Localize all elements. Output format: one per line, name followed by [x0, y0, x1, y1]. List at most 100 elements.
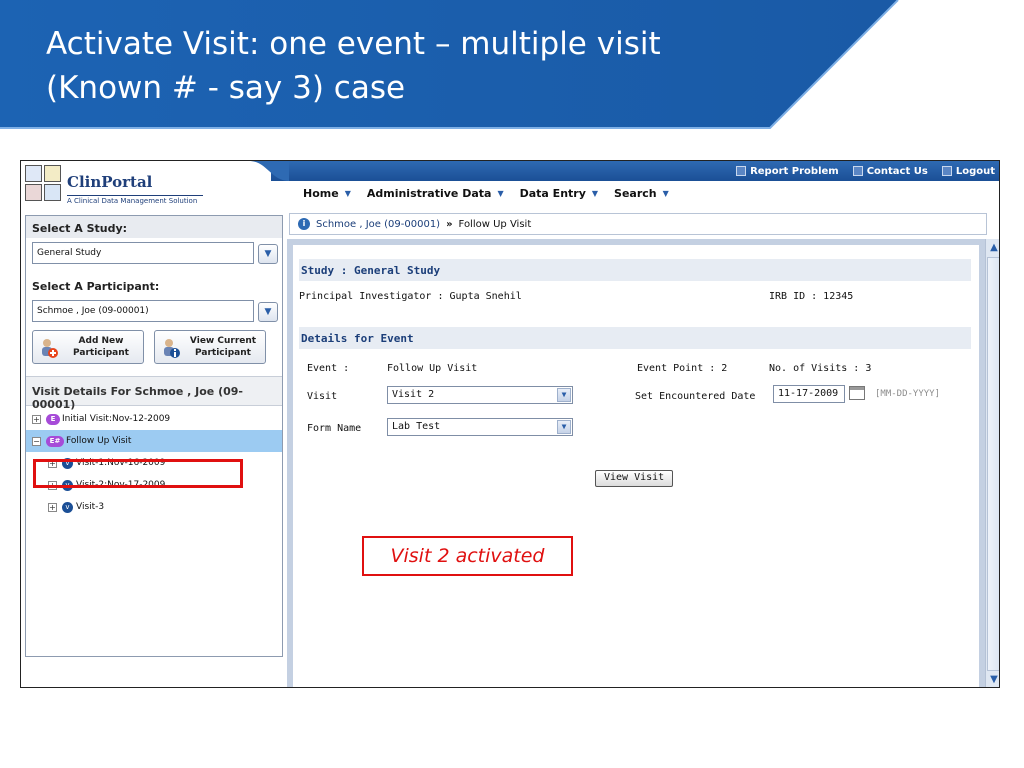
- form-name-label: Form Name: [307, 423, 362, 434]
- select-study-label: Select A Study:: [26, 216, 282, 238]
- menu-data-entry-label: Data Entry: [519, 187, 586, 200]
- slide-banner: Activate Visit: one event – multiple vis…: [0, 0, 1024, 130]
- breadcrumb-current: Follow Up Visit: [458, 218, 532, 230]
- report-problem-label: Report Problem: [750, 165, 839, 177]
- form-name-select[interactable]: Lab Test ▼: [387, 418, 573, 436]
- clinportal-logo: ClinPortal A Clinical Data Management So…: [25, 165, 245, 207]
- star-icon: [44, 184, 61, 201]
- event-value: Follow Up Visit: [387, 363, 478, 374]
- event-badge-icon: E: [46, 413, 60, 425]
- collapse-icon[interactable]: −: [32, 436, 41, 446]
- study-select-value: General Study: [32, 242, 254, 264]
- number-of-visits: No. of Visits : 3: [769, 363, 872, 374]
- view-current-participant-button[interactable]: View Current Participant: [154, 330, 266, 364]
- study-section-title: Study : General Study: [299, 259, 971, 281]
- tree-node-initial-visit[interactable]: + E Initial Visit:Nov-12-2009: [26, 408, 282, 430]
- menu-home-label: Home: [303, 187, 339, 200]
- view-visit-button[interactable]: View Visit: [595, 470, 674, 487]
- tree-node-label: Initial Visit:Nov-12-2009: [62, 414, 171, 424]
- left-panel: Select A Study: General Study ▼ Select A…: [25, 215, 283, 657]
- envelope-icon: [852, 166, 863, 176]
- logout-link[interactable]: Logout: [941, 165, 995, 177]
- scroll-down-icon[interactable]: ▼: [987, 673, 999, 687]
- breadcrumb-participant-link[interactable]: Schmoe , Joe (09-00001): [316, 219, 440, 230]
- scroll-up-icon[interactable]: ▲: [987, 241, 999, 255]
- tree-node-label: Visit-3: [76, 502, 105, 512]
- clinportal-app: Report Problem Contact Us Logout ClinPor…: [20, 160, 1000, 688]
- study-select[interactable]: General Study ▼: [32, 242, 278, 264]
- principal-investigator: Principal Investigator : Gupta Snehil: [299, 291, 522, 302]
- menu-search[interactable]: Search ▼: [614, 187, 669, 200]
- add-new-line1: Add New: [78, 336, 124, 346]
- add-new-line2: Participant: [73, 348, 129, 358]
- calendar-icon[interactable]: [849, 386, 865, 400]
- slide-title-line-1: Activate Visit: one event – multiple vis…: [46, 26, 661, 62]
- app-header: Report Problem Contact Us Logout ClinPor…: [21, 161, 999, 213]
- logo-name: ClinPortal: [67, 173, 153, 191]
- chevron-down-icon[interactable]: ▼: [557, 420, 571, 434]
- menu-data-entry[interactable]: Data Entry ▼: [520, 187, 598, 200]
- person-info-icon: [164, 339, 180, 358]
- multi-event-badge-icon: E#: [46, 435, 64, 447]
- calendar-icon: [44, 165, 61, 182]
- menu-administrative-data[interactable]: Administrative Data ▼: [367, 187, 504, 200]
- tree-node-follow-up-visit[interactable]: − E# Follow Up Visit: [26, 430, 282, 452]
- visit-select-value: Visit 2: [392, 389, 435, 400]
- vertical-scrollbar[interactable]: ▲ ▼: [985, 239, 999, 687]
- menu-search-label: Search: [614, 187, 657, 200]
- visit-icon: v: [62, 501, 73, 513]
- menu-home[interactable]: Home ▼: [303, 187, 351, 200]
- top-links: Report Problem Contact Us Logout: [736, 163, 995, 179]
- view-current-line1: View Current: [189, 336, 257, 346]
- breadcrumb: i Schmoe , Joe (09-00001) » Follow Up Vi…: [289, 213, 987, 235]
- caret-down-icon: ▼: [591, 189, 599, 198]
- participant-select[interactable]: Schmoe , Joe (09-00001) ▼: [32, 300, 278, 322]
- caret-down-icon: ▼: [497, 189, 504, 198]
- add-new-participant-button[interactable]: Add New Participant: [32, 330, 144, 364]
- select-participant-label: Select A Participant:: [32, 280, 160, 293]
- expand-icon[interactable]: +: [32, 414, 41, 424]
- add-person-icon: [42, 339, 58, 358]
- pencil-icon: [25, 184, 42, 201]
- caret-down-icon: ▼: [344, 189, 351, 198]
- contact-us-link[interactable]: Contact Us: [852, 165, 928, 177]
- form-name-select-value: Lab Test: [392, 421, 441, 432]
- encountered-date-input[interactable]: 11-17-2009: [773, 385, 845, 403]
- chevron-down-icon[interactable]: ▼: [557, 388, 571, 402]
- person-icon: [25, 165, 42, 182]
- expand-icon[interactable]: +: [48, 502, 57, 512]
- breadcrumb-separator: »: [446, 218, 453, 230]
- report-problem-link[interactable]: Report Problem: [736, 166, 839, 177]
- chevron-down-icon[interactable]: ▼: [258, 244, 278, 264]
- logo-tagline: A Clinical Data Management Solution: [67, 195, 203, 205]
- chevron-down-icon[interactable]: ▼: [258, 302, 278, 322]
- participant-select-value: Schmoe , Joe (09-00001): [32, 300, 254, 322]
- document-icon: [736, 166, 747, 176]
- contact-us-label: Contact Us: [866, 165, 928, 177]
- logo-icons: [25, 165, 63, 205]
- tree-node-label: Follow Up Visit: [66, 436, 132, 446]
- date-format-hint: [MM-DD-YYYY]: [875, 389, 941, 399]
- header-curve: [249, 161, 289, 181]
- visit-2-highlight-box: [33, 459, 243, 488]
- main-menu: Home ▼ Administrative Data ▼ Data Entry ▼ S…: [303, 187, 669, 200]
- scroll-thumb[interactable]: [987, 257, 999, 671]
- visit-details-heading: Visit Details For Schmoe , Joe (09-00001…: [26, 376, 282, 411]
- visit-2-activated-callout: Visit 2 activated: [362, 536, 573, 576]
- visit-label: Visit: [307, 391, 338, 402]
- encountered-date-label: Set Encountered Date: [635, 391, 756, 402]
- caret-down-icon: ▼: [662, 189, 669, 198]
- event-section-title: Details for Event: [299, 327, 971, 349]
- event-label: Event :: [307, 363, 350, 374]
- irb-id: IRB ID : 12345: [769, 291, 854, 302]
- tree-node-visit-3[interactable]: + v Visit-3: [26, 496, 282, 518]
- content-area: Study : General Study Principal Investig…: [293, 245, 979, 687]
- menu-admin-label: Administrative Data: [366, 187, 492, 200]
- event-point: Event Point : 2: [637, 363, 728, 374]
- logout-icon: [941, 166, 952, 176]
- slide-title-line-2: (Known # - say 3) case: [46, 70, 406, 106]
- slide-title: Activate Visit: one event – multiple vis…: [46, 22, 661, 110]
- visit-select[interactable]: Visit 2 ▼: [387, 386, 573, 404]
- view-current-line2: Participant: [195, 348, 251, 358]
- logout-label: Logout: [955, 165, 995, 177]
